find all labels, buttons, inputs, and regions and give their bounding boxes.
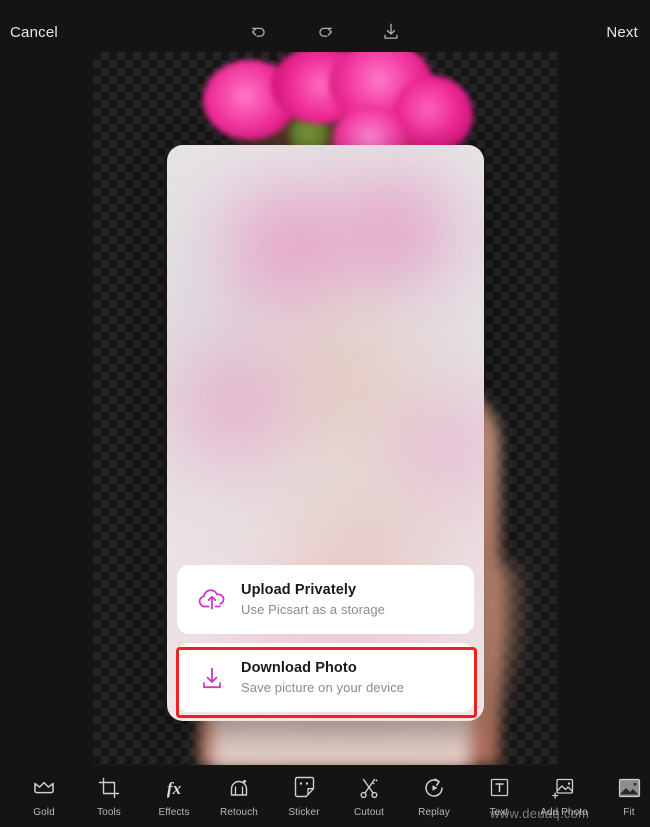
tool-label: Tools xyxy=(97,806,121,818)
tool-label: Sticker xyxy=(288,806,320,818)
fit-icon xyxy=(617,775,642,801)
tool-replay[interactable]: Replay xyxy=(406,775,462,818)
text-icon xyxy=(488,775,511,801)
download-photo-option[interactable]: Download Photo Save picture on your devi… xyxy=(177,643,474,712)
tool-gold[interactable]: Gold xyxy=(16,775,72,818)
option-title: Download Photo xyxy=(241,660,357,677)
next-button[interactable]: Next xyxy=(606,24,638,41)
download-icon[interactable] xyxy=(380,21,402,43)
face-icon xyxy=(227,775,251,801)
save-options-sheet: Upload Privately Use Picsart as a storag… xyxy=(167,145,484,721)
tool-effects[interactable]: fx Effects xyxy=(146,775,202,818)
top-bar: Cancel Next xyxy=(0,0,650,52)
upload-privately-text: Upload Privately Use Picsart as a storag… xyxy=(235,581,385,618)
tool-label: Fit xyxy=(623,806,635,818)
tool-label: Replay xyxy=(418,806,450,818)
tool-label: Gold xyxy=(33,806,55,818)
crown-icon xyxy=(32,775,56,801)
tool-retouch[interactable]: Retouch xyxy=(211,775,267,818)
option-subtitle: Use Picsart as a storage xyxy=(241,602,386,618)
svg-text:fx: fx xyxy=(167,779,182,798)
save-options-list: Upload Privately Use Picsart as a storag… xyxy=(177,565,474,712)
tool-tools[interactable]: Tools xyxy=(81,775,137,818)
cloud-upload-icon xyxy=(189,577,235,623)
scissors-icon xyxy=(357,775,381,801)
tool-fit[interactable]: Fit xyxy=(601,775,650,818)
upload-privately-option[interactable]: Upload Privately Use Picsart as a storag… xyxy=(177,565,474,634)
tool-label: Cutout xyxy=(353,806,385,818)
download-photo-text: Download Photo Save picture on your devi… xyxy=(235,659,404,696)
replay-icon xyxy=(422,775,446,801)
tool-sticker[interactable]: Sticker xyxy=(276,775,332,818)
add-photo-icon xyxy=(552,775,576,801)
cancel-button[interactable]: Cancel xyxy=(10,24,58,41)
tool-cutout[interactable]: Cutout xyxy=(341,775,397,818)
crop-icon xyxy=(98,775,120,801)
download-tray-icon xyxy=(189,655,235,701)
picsart-editor-screen: Cancel Next Upload Privately Use Picsart… xyxy=(0,0,650,827)
top-bar-actions xyxy=(0,21,650,43)
sticker-icon xyxy=(293,775,316,801)
redo-icon[interactable] xyxy=(314,21,336,43)
site-watermark: www.deuaq.com xyxy=(490,806,590,821)
undo-icon[interactable] xyxy=(248,21,270,43)
option-subtitle: Save picture on your device xyxy=(241,680,405,696)
option-title: Upload Privately xyxy=(241,582,357,599)
fx-icon: fx xyxy=(161,775,187,801)
tool-label: Effects xyxy=(158,806,190,818)
tool-label: Retouch xyxy=(220,806,258,818)
